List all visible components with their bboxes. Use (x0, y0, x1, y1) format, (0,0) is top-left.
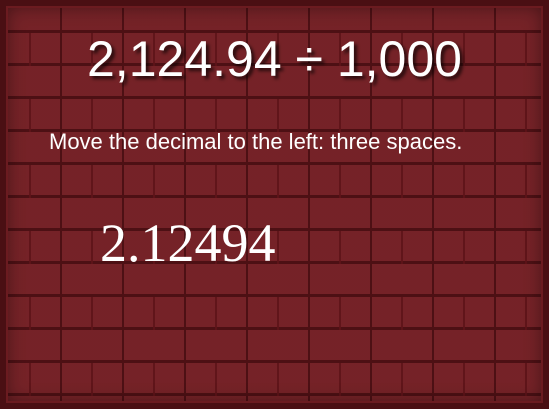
problem-title: 2,124.94 ÷ 1,000 (87, 31, 462, 87)
instruction-text: Move the decimal to the left: three spac… (49, 129, 463, 154)
answer-value: 2.12494 (100, 213, 276, 273)
slide: 2,124.94 ÷ 1,000 Move the decimal to the… (0, 0, 549, 409)
